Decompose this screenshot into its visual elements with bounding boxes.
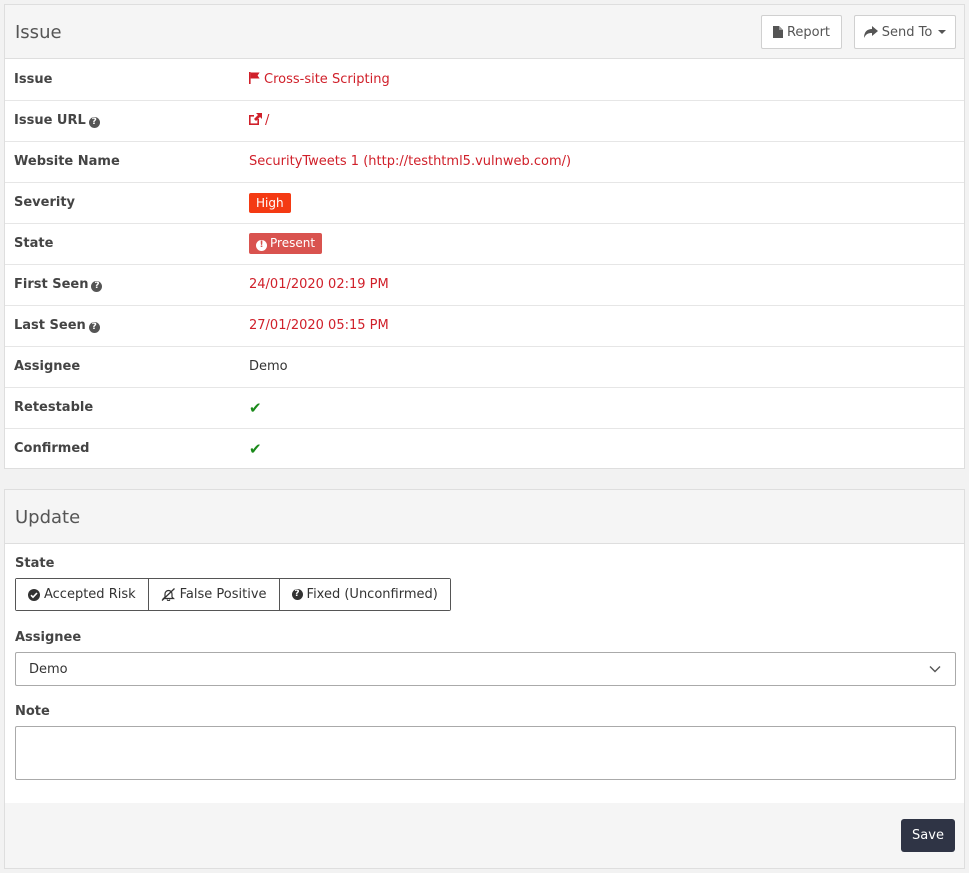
assignee-value: Demo: [240, 345, 964, 387]
state-field-label: State: [15, 556, 55, 571]
assignee-select[interactable]: Demo: [15, 652, 956, 686]
issue-url-value-cell: /: [240, 99, 964, 141]
save-button[interactable]: Save: [901, 819, 955, 852]
first-seen-value: 24/01/2020 02:19 PM: [240, 263, 964, 305]
check-icon: ✔: [249, 439, 262, 458]
update-panel-footer: Save: [5, 803, 964, 868]
first-seen-label: First Seen: [14, 277, 89, 292]
issue-url-label: Issue URL: [14, 113, 86, 128]
issue-panel-title: Issue: [15, 22, 62, 43]
assignee-selected-value: Demo: [29, 661, 68, 677]
last-seen-label-cell: Last Seen?: [5, 304, 240, 346]
table-row: Severity High: [5, 181, 964, 223]
accepted-risk-button[interactable]: Accepted Risk: [16, 579, 148, 610]
issue-value-cell: Cross-site Scripting: [240, 59, 964, 100]
table-row: Retestable ✔: [5, 386, 964, 428]
report-button-label: Report: [786, 24, 831, 40]
table-row: State ! Present: [5, 222, 964, 264]
issue-url-label-cell: Issue URL?: [5, 99, 240, 141]
false-positive-label: False Positive: [179, 587, 267, 602]
state-badge: ! Present: [249, 233, 323, 254]
question-circle-icon[interactable]: ?: [88, 117, 100, 128]
first-seen-label-cell: First Seen?: [5, 263, 240, 305]
issue-panel: Issue Report Send To Issue Cross-site Sc…: [4, 4, 965, 469]
question-circle-icon: ?: [291, 589, 303, 600]
false-positive-button[interactable]: False Positive: [147, 579, 279, 610]
external-link-icon[interactable]: [249, 113, 262, 125]
share-arrow-icon: [863, 26, 878, 38]
fixed-unconfirmed-label: Fixed (Unconfirmed): [306, 587, 438, 602]
file-icon: [772, 26, 783, 38]
table-row: First Seen? 24/01/2020 02:19 PM: [5, 263, 964, 305]
state-label: State: [5, 222, 240, 264]
update-panel-header: Update: [5, 490, 964, 544]
last-seen-value: 27/01/2020 05:15 PM: [240, 304, 964, 346]
question-circle-icon[interactable]: ?: [88, 322, 100, 333]
send-to-button-label: Send To: [881, 24, 933, 40]
severity-label: Severity: [5, 181, 240, 223]
issue-url-link[interactable]: /: [265, 113, 269, 128]
issue-details-table: Issue Cross-site Scripting Issue URL? / …: [5, 59, 964, 469]
update-panel-title: Update: [15, 507, 81, 528]
table-row: Website Name SecurityTweets 1 (http://te…: [5, 140, 964, 182]
confirmed-label: Confirmed: [5, 427, 240, 469]
flag-icon: [249, 71, 260, 84]
table-row: Confirmed ✔: [5, 427, 964, 469]
retestable-label: Retestable: [5, 386, 240, 428]
update-panel: Update State Accepted Risk False Positiv…: [4, 489, 965, 869]
retestable-value-cell: ✔: [240, 386, 964, 428]
assignee-field-label: Assignee: [15, 630, 82, 645]
accepted-risk-label: Accepted Risk: [44, 587, 136, 602]
website-name-label: Website Name: [5, 140, 240, 182]
issue-link[interactable]: Cross-site Scripting: [264, 72, 390, 87]
table-row: Issue Cross-site Scripting: [5, 59, 964, 100]
table-row: Assignee Demo: [5, 345, 964, 387]
chevron-down-icon: [929, 666, 941, 673]
issue-label: Issue: [14, 71, 53, 87]
website-name-link[interactable]: SecurityTweets 1 (http://testhtml5.vulnw…: [240, 140, 964, 182]
send-to-button[interactable]: Send To: [854, 15, 956, 49]
last-seen-label: Last Seen: [14, 318, 86, 333]
check-icon: ✔: [249, 398, 262, 417]
note-textarea[interactable]: [15, 726, 956, 780]
caret-down-icon: [938, 30, 947, 34]
report-button[interactable]: Report: [761, 15, 842, 49]
state-button-group: Accepted Risk False Positive ? Fixed (Un…: [15, 578, 451, 611]
severity-badge: High: [249, 192, 291, 213]
check-circle-icon: [28, 588, 40, 601]
table-row: Last Seen? 27/01/2020 05:15 PM: [5, 304, 964, 346]
confirmed-value-cell: ✔: [240, 427, 964, 469]
question-circle-icon[interactable]: ?: [91, 281, 103, 292]
table-row: Issue URL? /: [5, 99, 964, 141]
fixed-unconfirmed-button[interactable]: ? Fixed (Unconfirmed): [278, 579, 450, 610]
state-value-cell: ! Present: [240, 222, 964, 264]
bell-slash-icon: [161, 588, 175, 601]
exclamation-circle-icon: !: [256, 240, 267, 251]
assignee-label: Assignee: [5, 345, 240, 387]
issue-panel-header: Issue Report Send To: [5, 5, 964, 59]
state-badge-label: Present: [270, 236, 316, 250]
note-field-label: Note: [15, 704, 50, 719]
severity-value-cell: High: [240, 181, 964, 223]
